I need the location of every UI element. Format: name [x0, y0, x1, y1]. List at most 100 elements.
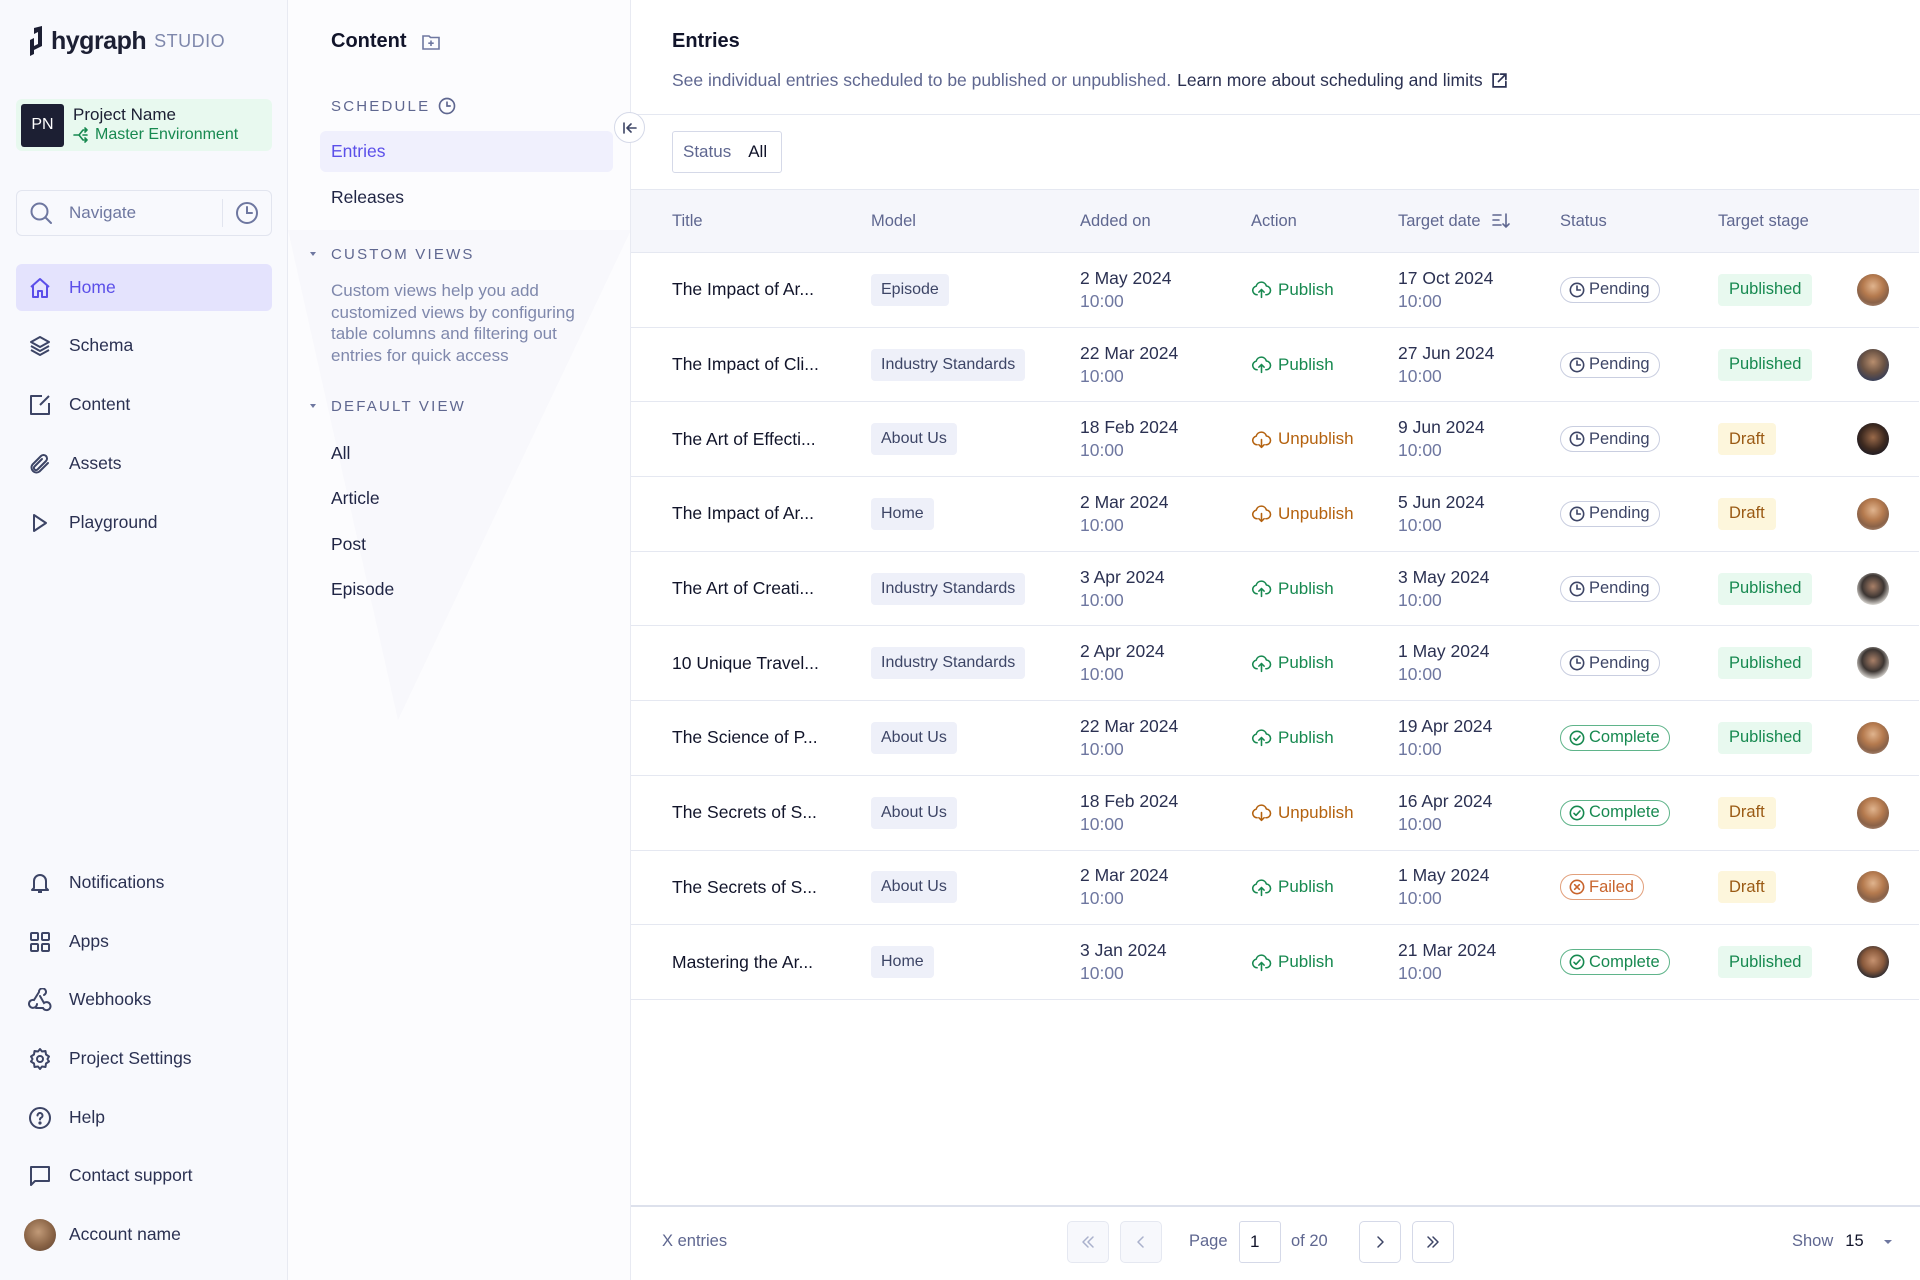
- action-cell: Publish: [1251, 925, 1334, 999]
- panel-item-releases[interactable]: Releases: [320, 177, 613, 218]
- entry-title[interactable]: 10 Unique Travel...: [672, 626, 819, 700]
- entry-title[interactable]: Mastering the Ar...: [672, 925, 813, 999]
- default-view-toggle[interactable]: DEFAULT VIEW: [310, 398, 466, 415]
- view-item-post[interactable]: Post: [320, 524, 613, 565]
- entry-title[interactable]: The Impact of Cli...: [672, 328, 819, 402]
- entry-title[interactable]: The Impact of Ar...: [672, 477, 814, 551]
- entry-title[interactable]: The Science of P...: [672, 701, 818, 775]
- sidebar-item-webhooks[interactable]: Webhooks: [16, 976, 272, 1023]
- table-row[interactable]: The Art of Creati... Industry Standards …: [631, 552, 1919, 627]
- column-action[interactable]: Action: [1251, 190, 1297, 252]
- status-badge: Complete: [1560, 799, 1670, 826]
- collapse-left-icon: [622, 121, 637, 134]
- user-avatar[interactable]: [1857, 721, 1889, 754]
- page-number-input[interactable]: [1239, 1221, 1281, 1263]
- history-clock-icon[interactable]: [235, 201, 259, 225]
- target-time: 10:00: [1398, 514, 1442, 535]
- user-avatar[interactable]: [1857, 647, 1889, 680]
- user-avatar[interactable]: [1857, 273, 1889, 306]
- previous-page-button[interactable]: [1120, 1221, 1162, 1263]
- learn-more-link[interactable]: Learn more about scheduling and limits: [1177, 70, 1507, 91]
- table-row[interactable]: Mastering the Ar... Home 3 Jan 2024 10:0…: [631, 925, 1919, 1000]
- entry-title[interactable]: The Impact of Ar...: [672, 253, 814, 327]
- sidebar-item-schema[interactable]: Schema: [16, 322, 272, 369]
- table-body: The Impact of Ar... Episode 2 May 2024 1…: [631, 253, 1919, 1000]
- status-cell: Pending: [1560, 552, 1660, 626]
- table-row[interactable]: The Secrets of S... About Us 18 Feb 2024…: [631, 776, 1919, 851]
- environment-label: Master Environment: [73, 125, 238, 145]
- user-avatar[interactable]: [1857, 572, 1889, 605]
- paperclip-icon: [30, 453, 49, 473]
- user-avatar[interactable]: [1857, 796, 1889, 829]
- status-cell: Pending: [1560, 402, 1660, 476]
- sidebar-item-project-settings[interactable]: Project Settings: [16, 1035, 272, 1082]
- table-row[interactable]: 10 Unique Travel... Industry Standards 2…: [631, 626, 1919, 702]
- x-circle-icon: [1569, 879, 1585, 895]
- page-size-select[interactable]: Show 15: [1792, 1232, 1892, 1251]
- sort-descending-icon[interactable]: [1491, 211, 1511, 231]
- entry-title[interactable]: The Art of Creati...: [672, 552, 814, 626]
- action-label: Publish: [1278, 354, 1334, 374]
- hygraph-logo[interactable]: hygraph STUDIO: [29, 26, 225, 56]
- entry-title[interactable]: The Art of Effecti...: [672, 402, 816, 476]
- column-model[interactable]: Model: [871, 190, 916, 252]
- column-status[interactable]: Status: [1560, 190, 1607, 252]
- branch-icon: [73, 127, 88, 143]
- table-row[interactable]: The Impact of Cli... Industry Standards …: [631, 328, 1919, 403]
- view-item-episode[interactable]: Episode: [320, 569, 613, 610]
- added-time: 10:00: [1080, 664, 1124, 685]
- last-page-button[interactable]: [1412, 1221, 1454, 1263]
- sidebar-item-apps[interactable]: Apps: [16, 918, 272, 965]
- table-row[interactable]: The Secrets of S... About Us 2 Mar 2024 …: [631, 851, 1919, 926]
- project-name: Project Name: [73, 105, 176, 124]
- added-on-cell: 3 Jan 2024 10:00: [1080, 925, 1167, 999]
- user-avatar[interactable]: [1857, 348, 1889, 381]
- status-badge: Pending: [1560, 575, 1660, 602]
- first-page-button[interactable]: [1067, 1221, 1109, 1263]
- custom-views-toggle[interactable]: CUSTOM VIEWS: [310, 246, 475, 263]
- user-avatar[interactable]: [1857, 946, 1889, 979]
- sidebar-item-help[interactable]: Help: [16, 1094, 272, 1141]
- cloud-download-icon: [1251, 505, 1272, 523]
- account-avatar: [24, 1218, 56, 1251]
- column-target-date[interactable]: Target date: [1398, 190, 1511, 252]
- schedule-section-label: SCHEDULE: [331, 97, 456, 115]
- table-row[interactable]: The Impact of Ar... Home 2 Mar 2024 10:0…: [631, 477, 1919, 552]
- status-filter[interactable]: Status All: [672, 131, 783, 173]
- sidebar-item-home[interactable]: Home: [16, 264, 272, 311]
- project-switcher[interactable]: PN Project Name Master Environment: [16, 99, 272, 151]
- view-item-article[interactable]: Article: [320, 478, 613, 519]
- user-avatar[interactable]: [1857, 423, 1889, 456]
- sidebar-item-assets[interactable]: Assets: [16, 440, 272, 487]
- target-time: 10:00: [1398, 963, 1442, 984]
- model-badge: About Us: [871, 423, 957, 456]
- column-title[interactable]: Title: [672, 190, 703, 252]
- added-time: 10:00: [1080, 888, 1124, 909]
- action-cell: Unpublish: [1251, 776, 1354, 850]
- sidebar-item-contact-support[interactable]: Contact support: [16, 1152, 272, 1199]
- sidebar-item-notifications[interactable]: Notifications: [16, 859, 272, 906]
- add-folder-icon[interactable]: [421, 32, 441, 52]
- view-item-all[interactable]: All: [320, 433, 613, 474]
- table-row[interactable]: The Science of P... About Us 22 Mar 2024…: [631, 701, 1919, 776]
- entry-title[interactable]: The Secrets of S...: [672, 776, 817, 850]
- play-icon: [33, 513, 47, 532]
- model-badge: About Us: [871, 871, 957, 904]
- panel-item-entries[interactable]: Entries: [320, 131, 613, 172]
- sidebar-item-content[interactable]: Content: [16, 381, 272, 428]
- column-added-on[interactable]: Added on: [1080, 190, 1151, 252]
- user-avatar[interactable]: [1857, 871, 1889, 904]
- column-target-stage[interactable]: Target stage: [1718, 190, 1809, 252]
- collapse-panel-button[interactable]: [614, 112, 645, 143]
- navigate-input[interactable]: [69, 203, 219, 223]
- sidebar-item-playground[interactable]: Playground: [16, 499, 272, 546]
- next-page-button[interactable]: [1359, 1221, 1401, 1263]
- sidebar-item-account[interactable]: Account name: [16, 1211, 272, 1258]
- table-row[interactable]: The Art of Effecti... About Us 18 Feb 20…: [631, 402, 1919, 478]
- entry-title[interactable]: The Secrets of S...: [672, 851, 817, 925]
- table-row[interactable]: The Impact of Ar... Episode 2 May 2024 1…: [631, 253, 1919, 328]
- edit-icon: [30, 394, 50, 415]
- target-stage-cell: Draft: [1718, 477, 1776, 551]
- user-avatar[interactable]: [1857, 497, 1889, 530]
- model-badge: Industry Standards: [871, 572, 1026, 605]
